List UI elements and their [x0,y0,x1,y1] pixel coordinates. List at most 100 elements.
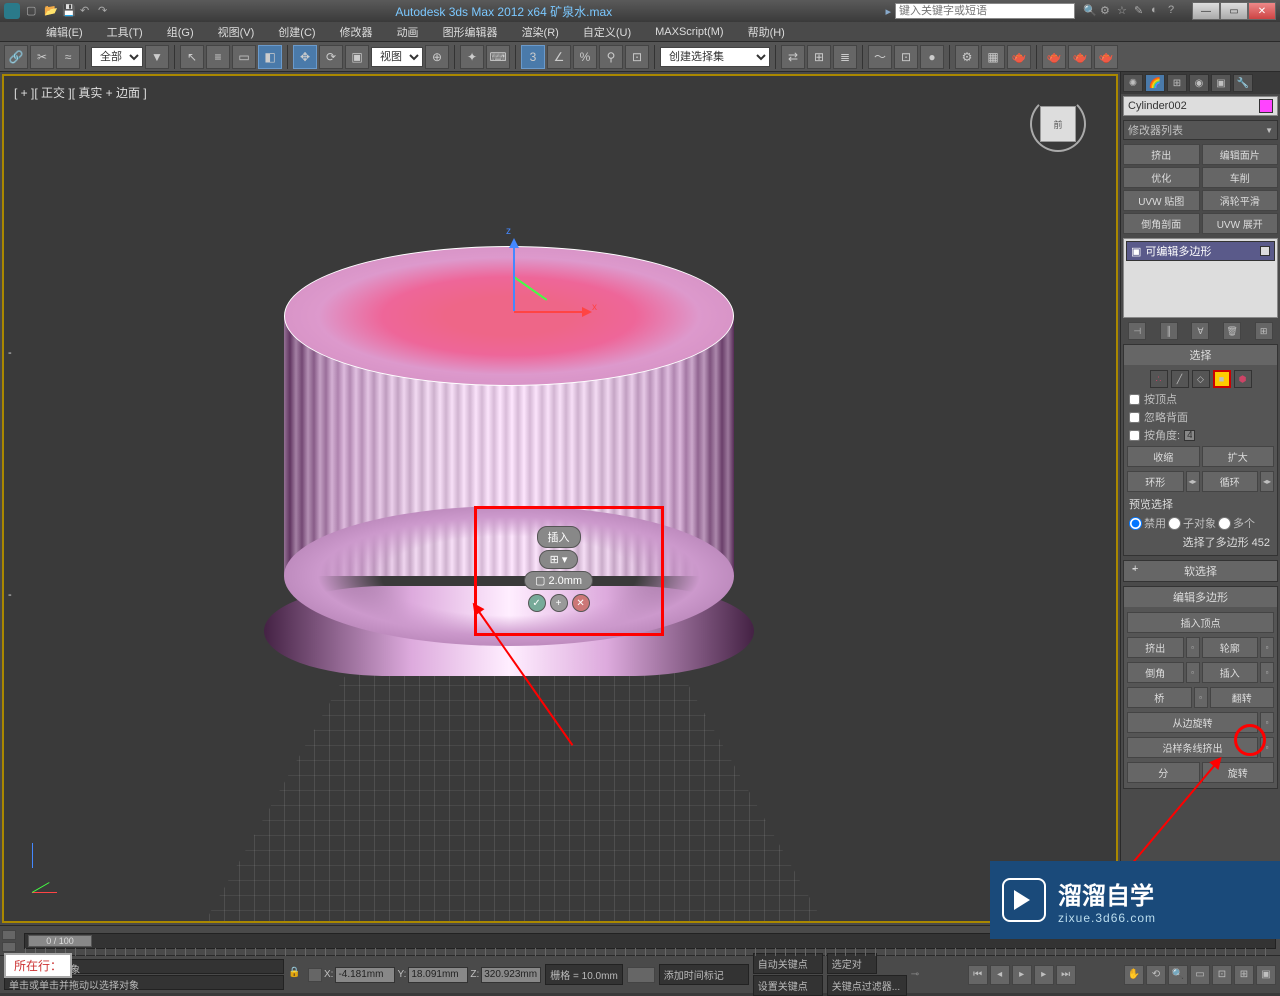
motion-tab-icon[interactable]: ◉ [1189,74,1209,92]
scale-icon[interactable]: ▣ [345,45,369,69]
soft-selection-header[interactable]: +软选择 [1124,561,1277,581]
show-result-icon[interactable]: ║ [1160,322,1178,340]
by-angle-checkbox[interactable] [1129,430,1140,441]
select-name-icon[interactable]: ≡ [206,45,230,69]
search-icon[interactable]: 🔍 [1083,4,1097,18]
coord-mode-icon[interactable] [308,968,322,982]
inset-settings[interactable]: ▫ [1260,662,1274,683]
filter-icon[interactable]: ▼ [145,45,169,69]
zoom-all-icon[interactable]: ⊞ [1234,965,1254,985]
configure-icon[interactable]: ⊞ [1255,322,1273,340]
menu-modifier[interactable]: 修改器 [334,22,379,42]
modifier-stack[interactable]: ▣ 可编辑多边形 [1123,238,1278,318]
bridge-settings[interactable]: ▫ [1194,687,1208,708]
filter-dropdown[interactable]: 全部 [91,47,143,67]
angle-spinner[interactable] [1184,430,1195,441]
select-manip-icon[interactable]: ✦ [460,45,484,69]
menu-edit[interactable]: 编辑(E) [40,22,89,42]
modifier-list-dropdown[interactable]: 修改器列表 [1123,120,1278,140]
snap-edge-icon[interactable]: ⊡ [625,45,649,69]
snap-3d-icon[interactable]: 3 [521,45,545,69]
edge-mode-icon[interactable]: ╱ [1171,370,1189,388]
pan-icon[interactable]: ✋ [1124,965,1144,985]
time-slider-thumb[interactable]: 0 / 100 [28,935,92,947]
render-frame-icon[interactable]: ▦ [981,45,1005,69]
outline-settings[interactable]: ▫ [1260,637,1274,658]
preview-multi-radio[interactable] [1218,517,1231,530]
snap-percent-icon[interactable]: % [573,45,597,69]
hinge-button[interactable]: 从边旋转 [1127,712,1258,733]
shrink-button[interactable]: 收缩 [1127,446,1200,467]
insert-vertex-button[interactable]: 插入顶点 [1127,612,1274,633]
extrude-spline-button[interactable]: 沿样条线挤出 [1127,737,1258,758]
keyboard-icon[interactable]: ⌨ [486,45,510,69]
object-color-swatch[interactable] [1259,99,1273,113]
tool-icon-4[interactable]: ◐ [1151,4,1165,18]
tool-icon-3[interactable]: ✎ [1134,4,1148,18]
snap-spinner-icon[interactable]: ⚲ [599,45,623,69]
fov-icon[interactable]: ▭ [1190,965,1210,985]
select-icon[interactable]: ↖ [180,45,204,69]
setkey-button[interactable]: 设置关键点 [753,975,823,996]
help-icon[interactable]: ? [1168,4,1182,18]
key-icon[interactable]: ⊸ [911,969,919,980]
menu-tools[interactable]: 工具(T) [101,22,149,42]
edit-polygons-header[interactable]: 编辑多边形 [1124,587,1277,607]
border-mode-icon[interactable]: ◇ [1192,370,1210,388]
teapot-1-icon[interactable]: 🫖 [1042,45,1066,69]
timeline-btn-2[interactable] [2,942,16,952]
mod-extrude[interactable]: 挤出 [1123,144,1200,165]
link-icon[interactable]: 🔗 [4,45,28,69]
menu-graph[interactable]: 图形编辑器 [437,22,504,42]
curve-editor-icon[interactable]: 〜 [868,45,892,69]
preview-off-radio[interactable] [1129,517,1142,530]
menu-custom[interactable]: 自定义(U) [577,22,637,42]
teapot-2-icon[interactable]: 🫖 [1068,45,1092,69]
modify-tab-icon[interactable]: 🌈 [1145,74,1165,92]
stack-item-editable-poly[interactable]: ▣ 可编辑多边形 [1126,241,1275,261]
max-viewport-icon[interactable]: ▣ [1256,965,1276,985]
snap-angle-icon[interactable]: ∠ [547,45,571,69]
close-button[interactable]: ✕ [1248,2,1276,20]
minimize-button[interactable]: — [1192,2,1220,20]
z-coord-input[interactable] [481,967,541,983]
menu-view[interactable]: 视图(V) [212,22,261,42]
prev-frame-icon[interactable]: ◂ [990,965,1010,985]
outline-button[interactable]: 轮廓 [1202,637,1259,658]
teapot-3-icon[interactable]: 🫖 [1094,45,1118,69]
selection-header[interactable]: 选择 [1124,345,1277,365]
caddy-apply-button[interactable]: + [550,594,568,612]
save-icon[interactable]: 💾 [62,4,76,18]
viewport[interactable]: [ + ][ 正交 ][ 真实 + 边面 ] x z 插入 ⊞ ▾ ▢ 2.0m… [2,74,1118,923]
element-mode-icon[interactable]: ⬢ [1234,370,1252,388]
zoom-ext-icon[interactable]: ⊡ [1212,965,1232,985]
goto-end-icon[interactable]: ⏭ [1056,965,1076,985]
extrude-spline-settings[interactable]: ▫ [1260,737,1274,758]
select-rect-icon[interactable]: ▭ [232,45,256,69]
vertex-mode-icon[interactable]: ∴ [1150,370,1168,388]
y-coord-input[interactable] [408,967,468,983]
ring-button[interactable]: 环形 [1127,471,1184,492]
pin-stack-icon[interactable]: ⊣ [1128,322,1146,340]
material-icon[interactable]: ● [920,45,944,69]
play-icon[interactable]: ▸ [1012,965,1032,985]
flip-button[interactable]: 翻转 [1210,687,1275,708]
coord-dropdown[interactable]: 视图 [371,47,423,67]
app-icon[interactable] [4,3,20,19]
by-vertex-checkbox[interactable] [1129,394,1140,405]
utilities-tab-icon[interactable]: 🔧 [1233,74,1253,92]
named-set-dropdown[interactable]: 创建选择集 [660,47,770,67]
caddy-type-button[interactable]: ⊞ ▾ [539,550,579,569]
extrude-button[interactable]: 挤出 [1127,637,1184,658]
move-icon[interactable]: ✥ [293,45,317,69]
lock-icon[interactable]: 🔒 [288,967,304,983]
arrow-right-icon[interactable]: ▸ [885,5,891,18]
mod-lathe[interactable]: 车削 [1202,167,1279,188]
ignore-backface-checkbox[interactable] [1129,412,1140,423]
help-search-input[interactable] [895,3,1075,19]
arc-rotate-icon[interactable]: ⟲ [1146,965,1166,985]
polygon-mode-icon[interactable]: ■ [1213,370,1231,388]
keyfilter-button[interactable]: 关键点过滤器... [827,975,907,996]
tool-icon-1[interactable]: ⚙ [1100,4,1114,18]
time-tag-icon[interactable] [627,967,655,983]
